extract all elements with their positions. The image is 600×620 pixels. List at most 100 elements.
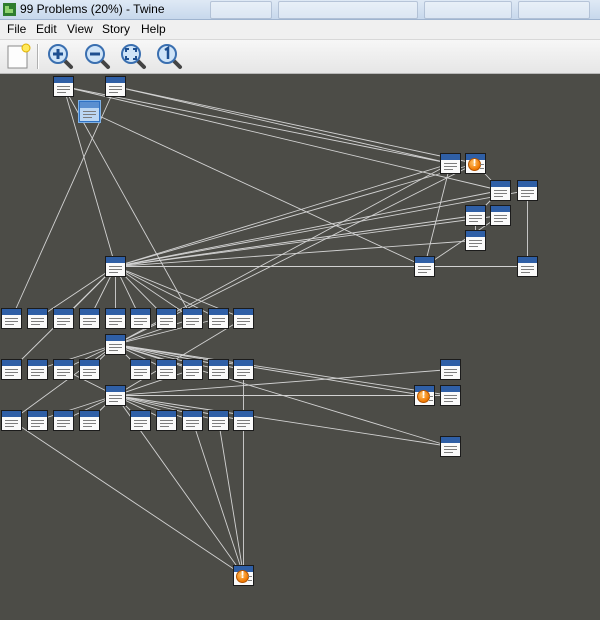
passage-card[interactable] [465,153,486,174]
passage-link-line [218,420,244,576]
passage-card[interactable] [233,565,254,586]
passage-card[interactable] [130,410,151,431]
passage-card[interactable] [79,359,100,380]
passage-text-line [160,423,173,424]
passage-text-line [469,246,478,247]
passage-title-bar [106,335,125,341]
passage-card[interactable] [105,256,126,277]
passage-text-line [469,243,482,244]
passage-card[interactable] [208,410,229,431]
passage-text-line [186,324,195,325]
passage-text-line [212,426,221,427]
passage-card[interactable] [130,359,151,380]
passage-title-bar [518,181,537,187]
passage-card[interactable] [233,359,254,380]
passage-card[interactable] [233,410,254,431]
passage-text-line [31,318,44,319]
passage-card[interactable] [156,308,177,329]
passage-text-line [83,426,92,427]
passage-card[interactable] [105,334,126,355]
passage-card[interactable] [182,308,203,329]
passage-card[interactable] [465,230,486,251]
passage-card[interactable] [156,410,177,431]
new-passage-button[interactable] [4,42,32,70]
passage-card[interactable] [233,308,254,329]
passage-card[interactable] [414,256,435,277]
passage-title-bar [183,360,202,366]
passage-text-line [109,398,122,399]
passage-card[interactable] [182,410,203,431]
passage-link-line [192,420,244,576]
passage-text-line [469,240,482,241]
passage-text-line [469,221,478,222]
passage-link-line [115,86,451,164]
passage-card[interactable] [440,359,461,380]
passage-title-bar [80,102,99,108]
passage-card[interactable] [156,359,177,380]
menu-edit[interactable]: Edit [36,22,57,36]
passage-card[interactable] [440,153,461,174]
passage-card[interactable] [53,76,74,97]
passage-card[interactable] [414,385,435,406]
passage-card[interactable] [517,256,538,277]
passage-text-line [5,318,18,319]
passage-card[interactable] [130,308,151,329]
passage-card[interactable] [53,410,74,431]
zoom-out-button[interactable] [83,42,111,70]
selected-passage-card[interactable] [79,101,100,122]
passage-card[interactable] [79,308,100,329]
passage-text-line [160,318,173,319]
passage-card[interactable] [208,308,229,329]
passage-card[interactable] [105,308,126,329]
menu-help[interactable]: Help [141,22,166,36]
passage-card[interactable] [105,76,126,97]
passage-card[interactable] [440,436,461,457]
story-map-canvas[interactable] [0,74,600,620]
menu-story[interactable]: Story [102,22,130,36]
passage-card[interactable] [1,410,22,431]
passage-card[interactable] [27,410,48,431]
passage-title-bar [131,360,150,366]
passage-text-line [57,375,66,376]
zoom-in-icon [48,44,73,69]
passage-card[interactable] [517,180,538,201]
passage-title-bar [209,309,228,315]
passage-card[interactable] [27,359,48,380]
menu-bar: File Edit View Story Help [0,20,600,40]
passage-text-line [5,372,18,373]
passage-card[interactable] [182,359,203,380]
passage-link-line [89,111,425,267]
passage-card[interactable] [105,385,126,406]
passage-text-line [109,395,122,396]
toolbar [0,40,600,74]
passage-text-line [237,324,246,325]
passage-title-bar [54,360,73,366]
zoom-actual-button[interactable] [155,42,183,70]
zoom-fit-button[interactable] [119,42,147,70]
passage-text-line [212,318,225,319]
passage-card[interactable] [53,308,74,329]
passage-card[interactable] [490,205,511,226]
passage-text-line [521,190,534,191]
passage-card[interactable] [465,205,486,226]
menu-view[interactable]: View [67,22,93,36]
zoom-in-button[interactable] [46,42,74,70]
passage-text-line [83,114,96,115]
passage-card[interactable] [440,385,461,406]
passage-text-line [480,164,484,165]
passage-card[interactable] [53,359,74,380]
passage-card[interactable] [79,410,100,431]
passage-text-line [444,446,457,447]
passage-card[interactable] [208,359,229,380]
passage-title-bar [441,154,460,160]
passage-card[interactable] [27,308,48,329]
passage-card[interactable] [1,308,22,329]
passage-text-line [248,580,252,581]
passage-card[interactable] [490,180,511,201]
passage-text-line [31,372,44,373]
passage-text-line [109,89,122,90]
passage-link-line [11,420,244,576]
passage-text-line [444,372,457,373]
menu-file[interactable]: File [7,22,26,36]
passage-card[interactable] [1,359,22,380]
